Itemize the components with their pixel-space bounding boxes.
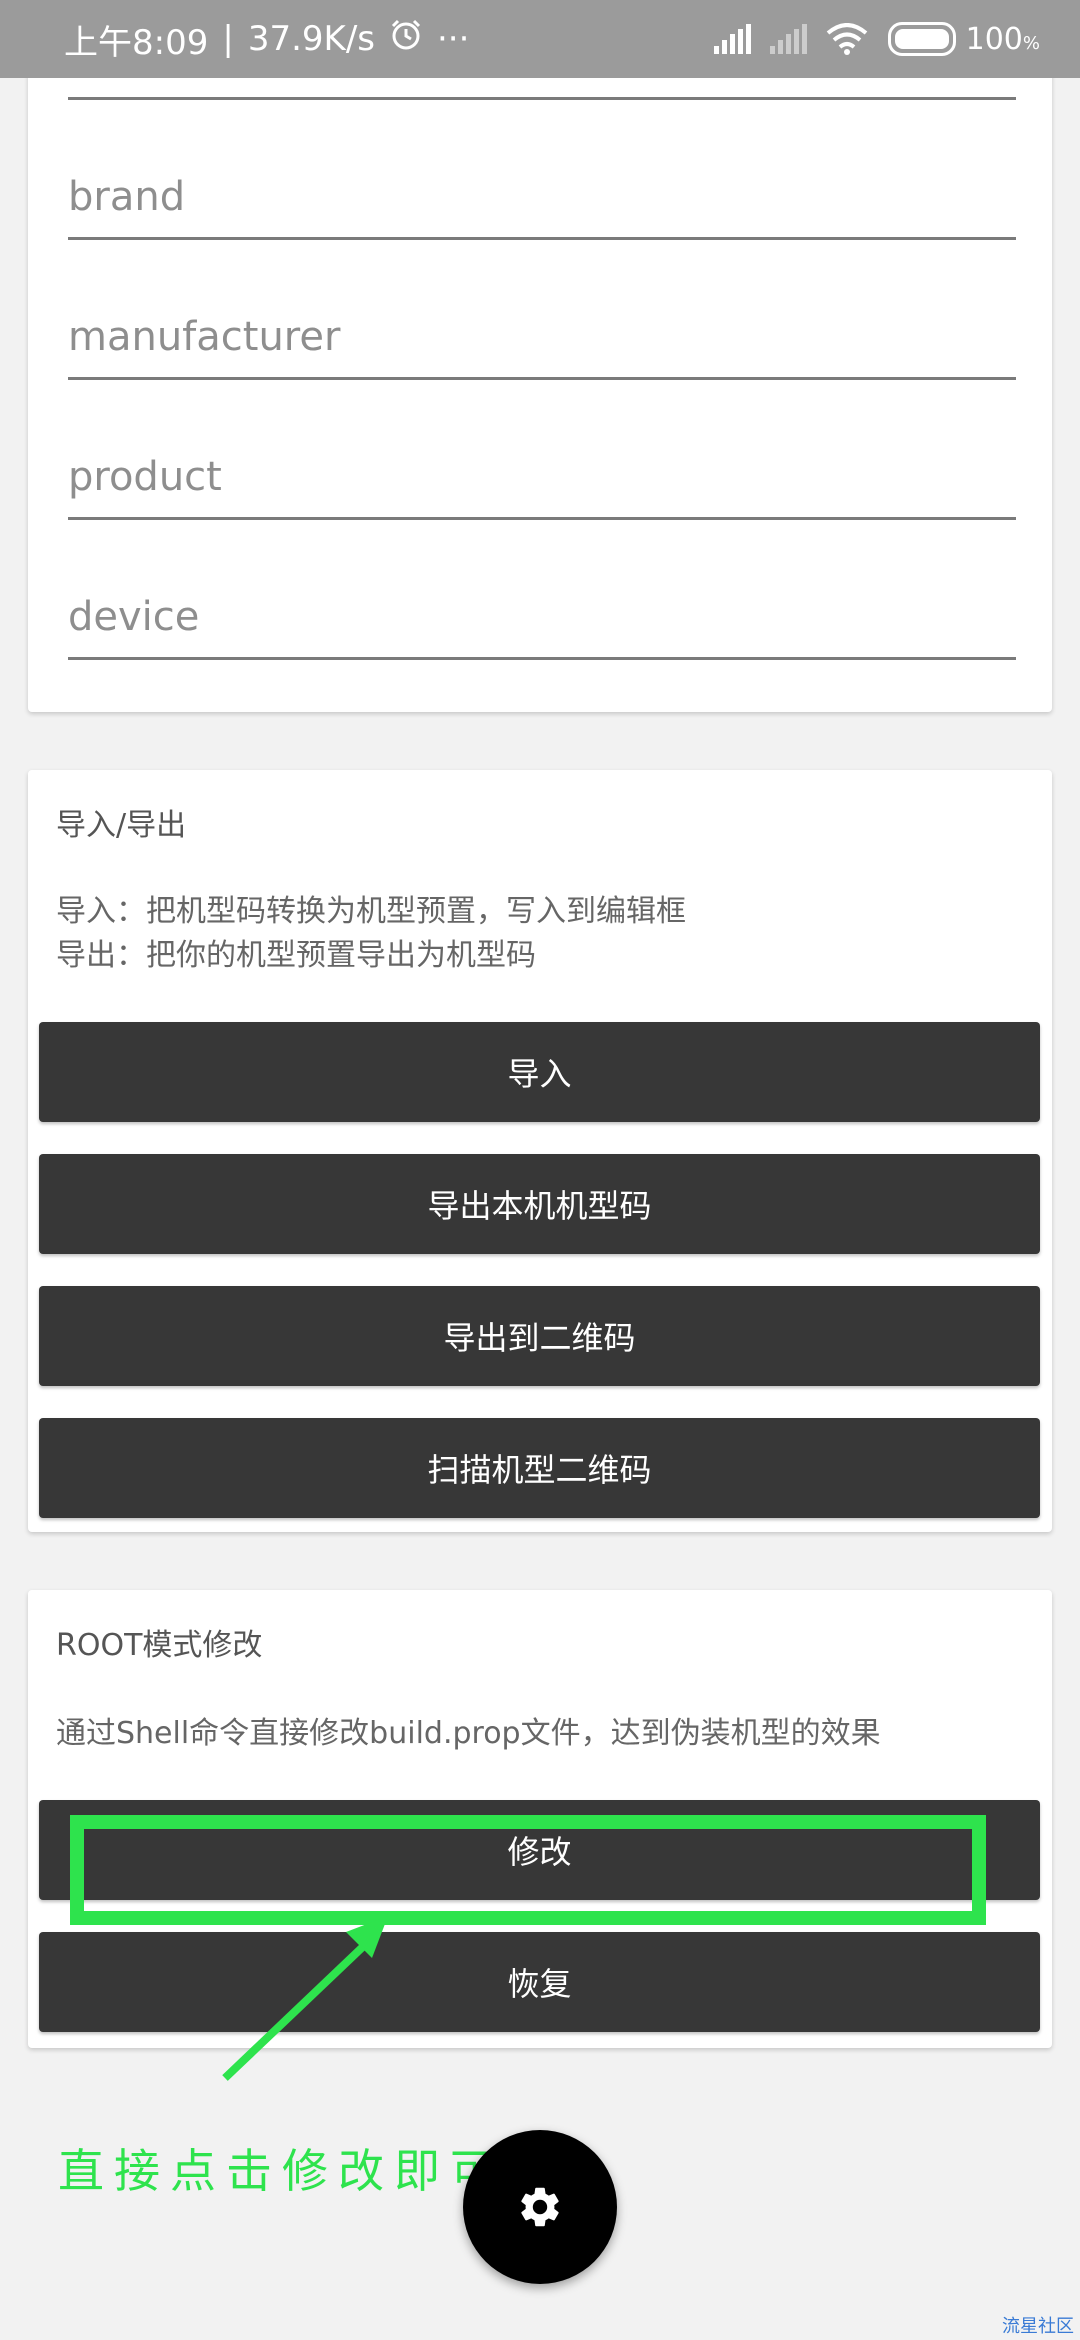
signal-icon: [713, 24, 754, 54]
annotation-arrow-icon: [222, 1916, 388, 2081]
status-time: 上午8:09: [64, 22, 209, 63]
battery-level: 100%: [965, 21, 1040, 57]
wifi-icon: [826, 23, 868, 55]
annotation-text: 直接点击修改即可: [58, 2144, 506, 2198]
status-speed: 37.9K/s: [247, 19, 375, 59]
settings-fab[interactable]: [463, 2130, 617, 2284]
status-more: ···: [437, 19, 470, 59]
status-left: 上午8:09 | 37.9K/s ···: [64, 0, 483, 78]
signal-icon: [769, 24, 810, 54]
gear-icon: [521, 2187, 559, 2227]
status-bar: 上午8:09 | 37.9K/s ··· 100%: [0, 0, 1080, 78]
status-separator: |: [222, 19, 234, 59]
alarm-icon: [389, 18, 423, 61]
battery-icon: [887, 22, 956, 56]
status-right: 100%: [698, 0, 1040, 78]
